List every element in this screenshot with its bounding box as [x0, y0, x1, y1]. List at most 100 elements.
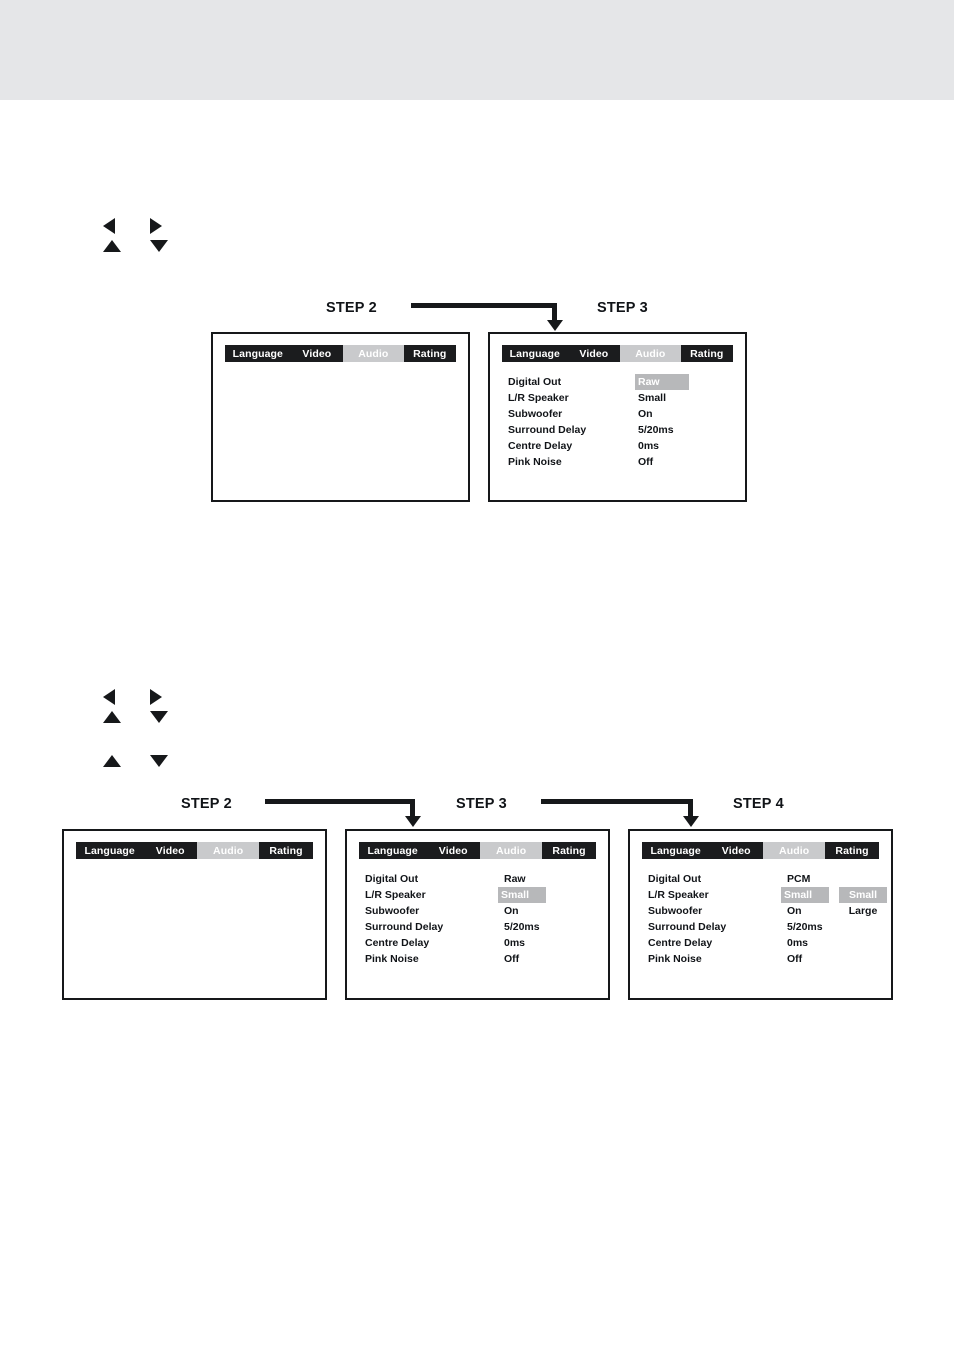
connector-horizontal-line [541, 799, 693, 804]
setting-value[interactable]: 5/20ms [501, 919, 543, 935]
setting-label: Digital Out [365, 873, 419, 885]
menu-tab-video[interactable]: Video [426, 842, 480, 859]
setting-label: Centre Delay [508, 440, 573, 452]
setting-value[interactable]: Small [635, 390, 669, 406]
setting-value[interactable]: Off [784, 951, 805, 967]
setting-row[interactable]: Digital Out PCM [648, 871, 883, 887]
setting-value[interactable]: Raw [635, 374, 689, 390]
step-label-bottom-2: STEP 3 [456, 796, 507, 812]
triangle-down-icon [150, 240, 168, 252]
setting-label: Subwoofer [508, 408, 563, 420]
osd-screen-top-step2: Language Video Audio Rating [211, 332, 470, 502]
menu-tab-video[interactable]: Video [291, 345, 344, 362]
menu-tab-audio[interactable]: Audio [480, 842, 543, 859]
setting-row[interactable]: Digital Out Raw [365, 871, 600, 887]
setting-row[interactable]: Subwoofer On [365, 903, 600, 919]
triangle-down-icon [150, 711, 168, 723]
connector-arrow-head [682, 816, 699, 827]
setting-value[interactable]: PCM [784, 871, 813, 887]
triangle-up-icon [103, 240, 121, 252]
setting-label: Surround Delay [648, 921, 727, 933]
menu-tab-audio[interactable]: Audio [197, 842, 260, 859]
menu-tab-rating[interactable]: Rating [542, 842, 596, 859]
setting-value[interactable]: Small [781, 887, 829, 903]
setting-row[interactable]: Pink Noise Off [365, 951, 600, 967]
setting-value[interactable]: Raw [501, 871, 529, 887]
popup-option-small[interactable]: Small [839, 887, 887, 903]
setting-label: Pink Noise [648, 953, 702, 965]
menu-tab-audio[interactable]: Audio [343, 345, 404, 362]
setting-value[interactable]: 0ms [784, 935, 811, 951]
triangle-right-icon [150, 689, 162, 705]
step-label-bottom-1: STEP 2 [181, 796, 232, 812]
remote-key-icons-top [95, 215, 205, 263]
osd-menubar[interactable]: Language Video Audio Rating [225, 345, 456, 362]
setting-value[interactable]: 0ms [501, 935, 528, 951]
menu-tab-language[interactable]: Language [642, 842, 709, 859]
arrow-row-left-right [95, 686, 205, 708]
menu-tab-video[interactable]: Video [568, 345, 621, 362]
setting-row[interactable]: Subwoofer On [508, 406, 737, 422]
setting-value[interactable]: Off [501, 951, 522, 967]
menu-tab-video[interactable]: Video [709, 842, 763, 859]
setting-row[interactable]: Centre Delay 0ms [648, 935, 883, 951]
arrow-row-up-down-2 [95, 752, 205, 774]
setting-value[interactable]: On [635, 406, 656, 422]
setting-row[interactable]: Centre Delay 0ms [365, 935, 600, 951]
menu-tab-audio[interactable]: Audio [763, 842, 826, 859]
connector-arrow-bottom-1 [265, 799, 421, 831]
menu-tab-rating[interactable]: Rating [404, 345, 457, 362]
osd-screen-bottom-step3: Language Video Audio Rating Digital Out … [345, 829, 610, 1000]
menu-tab-language[interactable]: Language [359, 842, 426, 859]
osd-screen-bottom-step2: Language Video Audio Rating [62, 829, 327, 1000]
triangle-left-icon [103, 218, 115, 234]
setting-label: Digital Out [648, 873, 702, 885]
connector-arrow-head [404, 816, 421, 827]
header-band [0, 0, 954, 100]
setting-value[interactable]: On [501, 903, 522, 919]
setting-row[interactable]: Surround Delay 5/20ms [508, 422, 737, 438]
setting-value[interactable]: Small [498, 887, 546, 903]
osd-menubar[interactable]: Language Video Audio Rating [359, 842, 596, 859]
popup-option-large[interactable]: Large [839, 903, 887, 919]
setting-value[interactable]: Off [635, 454, 656, 470]
menu-tab-rating[interactable]: Rating [259, 842, 313, 859]
menu-tab-video[interactable]: Video [143, 842, 197, 859]
osd-settings-list: Digital Out Raw L/R Speaker Small Subwoo… [365, 871, 600, 967]
setting-value[interactable]: 5/20ms [635, 422, 677, 438]
step-label-top-1: STEP 2 [326, 300, 377, 316]
setting-row[interactable]: L/R Speaker Small [365, 887, 600, 903]
setting-label: Subwoofer [365, 905, 420, 917]
setting-value[interactable]: 0ms [635, 438, 662, 454]
setting-label: L/R Speaker [648, 889, 709, 901]
menu-tab-language[interactable]: Language [225, 345, 291, 362]
setting-value[interactable]: 5/20ms [784, 919, 826, 935]
menu-tab-rating[interactable]: Rating [681, 345, 734, 362]
setting-row[interactable]: Centre Delay 0ms [508, 438, 737, 454]
osd-menubar[interactable]: Language Video Audio Rating [76, 842, 313, 859]
setting-value[interactable]: On [784, 903, 805, 919]
connector-arrow-top [411, 303, 563, 335]
osd-screen-bottom-step4: Language Video Audio Rating Digital Out … [628, 829, 893, 1000]
setting-row[interactable]: Surround Delay 5/20ms [365, 919, 600, 935]
triangle-right-icon [150, 218, 162, 234]
remote-key-icons-bottom [95, 686, 205, 767]
setting-row[interactable]: Surround Delay 5/20ms [648, 919, 883, 935]
arrow-row-left-right [95, 215, 205, 237]
setting-row[interactable]: Pink Noise Off [648, 951, 883, 967]
menu-tab-rating[interactable]: Rating [825, 842, 879, 859]
osd-menubar[interactable]: Language Video Audio Rating [642, 842, 879, 859]
setting-row[interactable]: Pink Noise Off [508, 454, 737, 470]
connector-horizontal-line [411, 303, 557, 308]
setting-label: Pink Noise [365, 953, 419, 965]
step-label-bottom-3: STEP 4 [733, 796, 784, 812]
setting-row[interactable]: Digital Out Raw [508, 374, 737, 390]
step-label-top-2: STEP 3 [597, 300, 648, 316]
menu-tab-audio[interactable]: Audio [620, 345, 681, 362]
osd-settings-list: Digital Out Raw L/R Speaker Small Subwoo… [508, 374, 737, 470]
osd-menubar[interactable]: Language Video Audio Rating [502, 345, 733, 362]
menu-tab-language[interactable]: Language [502, 345, 568, 362]
osd-screen-top-step3: Language Video Audio Rating Digital Out … [488, 332, 747, 502]
menu-tab-language[interactable]: Language [76, 842, 143, 859]
setting-row[interactable]: L/R Speaker Small [508, 390, 737, 406]
